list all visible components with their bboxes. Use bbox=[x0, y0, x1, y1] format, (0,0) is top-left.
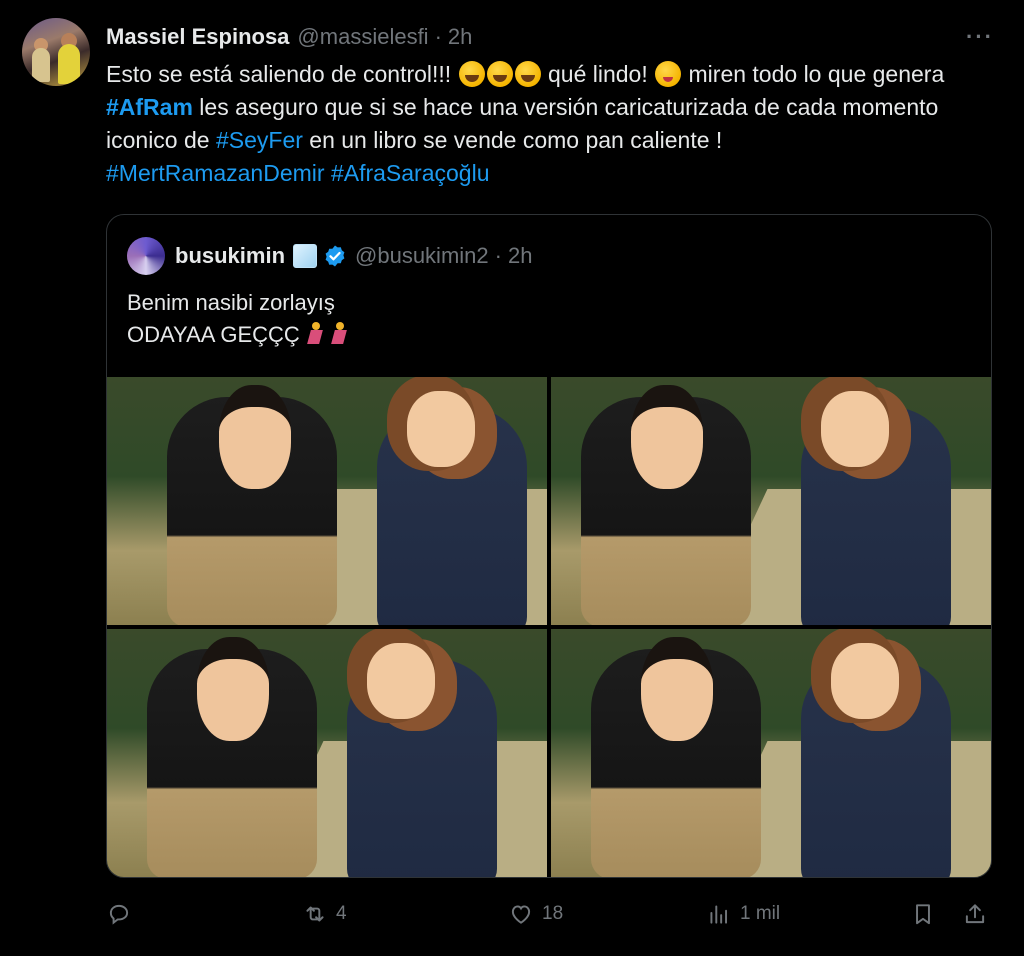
image-figure-woman-head bbox=[821, 391, 889, 467]
reply-icon bbox=[109, 904, 129, 925]
hashtag-afrasaracoglu[interactable]: #AfraSaraçoğlu bbox=[331, 160, 490, 186]
repost-button[interactable]: 4 bbox=[302, 896, 347, 932]
like-count: 18 bbox=[542, 903, 564, 924]
smiling-face-hearts-emoji-icon bbox=[655, 61, 682, 87]
rofl-emoji-icon bbox=[486, 61, 513, 87]
quoted-author-name[interactable]: busukimin bbox=[175, 243, 285, 269]
more-icon[interactable]: ··· bbox=[966, 24, 994, 50]
repost-icon bbox=[306, 906, 324, 922]
rofl-emoji-icon bbox=[458, 61, 485, 87]
woman-running-emoji-icon bbox=[330, 322, 348, 346]
tweet-text: Esto se está saliendo de control!!! qué … bbox=[106, 58, 1006, 190]
tweet[interactable]: Massiel Espinosa @massielesfi · 2h ··· E… bbox=[0, 0, 1024, 956]
quoted-text-line: Benim nasibi zorlayış bbox=[127, 290, 335, 315]
quoted-tweet-time[interactable]: 2h bbox=[508, 243, 532, 269]
text-segment: en un libro se vende como pan caliente ! bbox=[302, 127, 723, 153]
woman-running-emoji-icon bbox=[306, 322, 324, 346]
like-icon bbox=[511, 905, 531, 924]
quoted-tweet-text: Benim nasibi zorlayış ODAYAA GEÇÇÇ bbox=[127, 287, 348, 351]
avatar-figure bbox=[58, 44, 80, 84]
image-figure-man-head bbox=[631, 385, 703, 489]
author-name[interactable]: Massiel Espinosa bbox=[106, 24, 289, 50]
tweet-time[interactable]: 2h bbox=[448, 24, 472, 50]
media-image-1[interactable] bbox=[107, 377, 547, 625]
text-segment: Esto se está saliendo de control!!! bbox=[106, 61, 458, 87]
image-figure-woman-head bbox=[367, 643, 435, 719]
quoted-author-avatar[interactable] bbox=[127, 237, 165, 275]
views-icon bbox=[710, 905, 728, 924]
rofl-emoji-icon bbox=[514, 61, 541, 87]
bookmark-button[interactable] bbox=[910, 896, 936, 932]
hashtag-mertramazandemir[interactable]: #MertRamazanDemir bbox=[106, 160, 325, 186]
media-image-2[interactable] bbox=[551, 377, 991, 625]
media-image-4[interactable] bbox=[551, 629, 991, 877]
like-button[interactable]: 18 bbox=[508, 896, 563, 932]
media-image-3[interactable] bbox=[107, 629, 547, 877]
text-segment: miren todo lo que genera bbox=[682, 61, 945, 87]
image-figure-woman-head bbox=[407, 391, 475, 467]
separator: · bbox=[494, 243, 502, 268]
quoted-text-segment: ODAYAA GEÇÇÇ bbox=[127, 322, 300, 347]
separator: · bbox=[434, 24, 442, 49]
image-figure-man-head bbox=[641, 637, 713, 741]
bookmark-icon bbox=[916, 904, 930, 925]
action-bar: 4 18 1 mil bbox=[106, 896, 990, 932]
author-avatar[interactable] bbox=[22, 18, 90, 86]
share-button[interactable] bbox=[962, 896, 988, 932]
tweet-header: Massiel Espinosa @massielesfi · 2h ··· bbox=[106, 22, 994, 52]
quoted-tweet-header: busukimin @busukimin2 · 2h bbox=[175, 241, 532, 271]
hashtag-seyfer[interactable]: #SeyFer bbox=[216, 127, 303, 153]
image-figure-man-head bbox=[197, 637, 269, 741]
media-grid bbox=[107, 377, 991, 877]
share-icon bbox=[965, 904, 985, 924]
hashtag-afram[interactable]: #AfRam bbox=[106, 94, 193, 120]
quoted-text-line: ODAYAA GEÇÇÇ bbox=[127, 319, 348, 351]
repost-count: 4 bbox=[336, 903, 347, 924]
quoted-tweet[interactable]: busukimin @busukimin2 · 2h Benim nasibi … bbox=[106, 214, 992, 878]
text-segment: qué lindo! bbox=[541, 61, 655, 87]
image-figure-woman-head bbox=[831, 643, 899, 719]
quoted-author-handle[interactable]: @busukimin2 bbox=[355, 243, 489, 269]
author-handle[interactable]: @massielesfi bbox=[297, 24, 428, 50]
views-count: 1 mil bbox=[740, 903, 781, 924]
image-figure-man-head bbox=[219, 385, 291, 489]
avatar-figure bbox=[32, 48, 50, 82]
reply-button[interactable] bbox=[106, 896, 140, 932]
verified-icon bbox=[323, 244, 347, 268]
ice-cube-emoji-icon bbox=[293, 244, 318, 268]
views-button[interactable]: 1 mil bbox=[706, 896, 780, 932]
